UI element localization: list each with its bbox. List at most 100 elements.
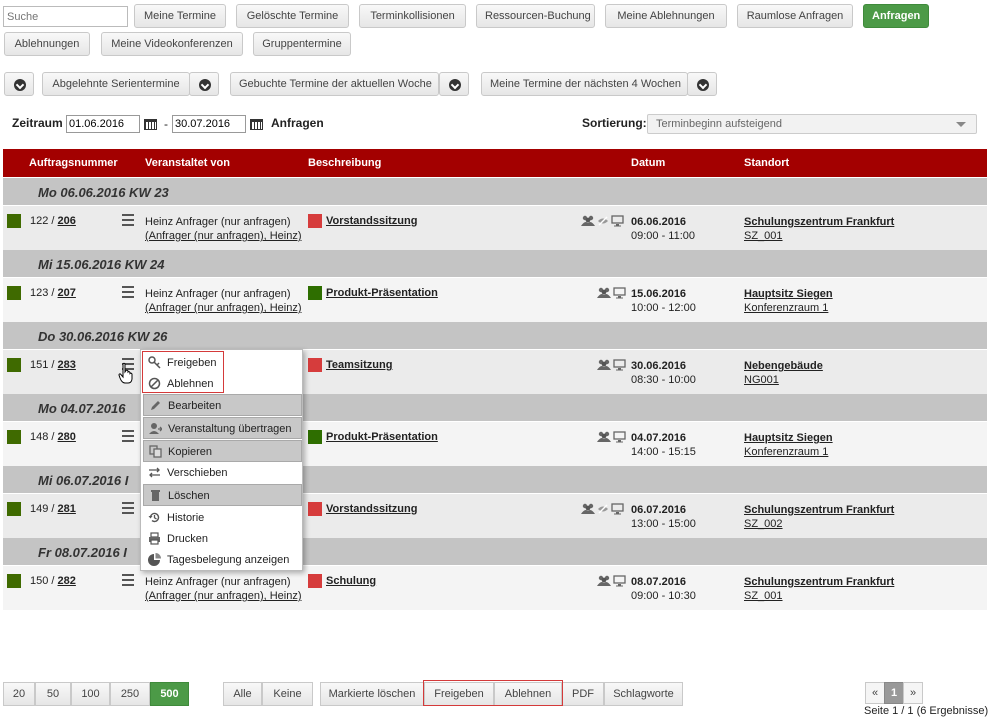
order-link[interactable]: 281 [58, 503, 76, 515]
search-input[interactable] [3, 6, 128, 27]
room-link[interactable]: Konferenzraum 1 [744, 301, 833, 315]
order-link[interactable]: 206 [58, 215, 76, 227]
status-square[interactable] [7, 574, 21, 588]
select-all-button[interactable]: Alle [223, 682, 262, 706]
description-link[interactable]: Vorstandssitzung [326, 503, 417, 515]
tab-meine-videokonferenzen[interactable]: Meine Videokonferenzen [101, 32, 243, 56]
table-row[interactable]: 122 / 206 Heinz Anfrager (nur anfragen) (A… [3, 206, 987, 250]
room-link[interactable]: SZ_001 [744, 229, 894, 243]
menu-item-tagesbelegung[interactable]: Tagesbelegung anzeigen [143, 549, 302, 571]
order-link[interactable]: 207 [58, 287, 76, 299]
approve-button[interactable]: Freigeben [424, 682, 494, 706]
menu-item-kopieren[interactable]: Kopieren [143, 440, 302, 462]
description-link[interactable]: Schulung [326, 575, 376, 587]
table-row[interactable]: 123 / 207 Heinz Anfrager (nur anfragen) (A… [3, 278, 987, 322]
quick-filter-naechste-4-wochen[interactable]: Meine Termine der nächsten 4 Wochen [481, 72, 688, 96]
menu-item-uebertragen[interactable]: Veranstaltung übertragen [143, 417, 302, 439]
pdf-button[interactable]: PDF [562, 682, 604, 706]
page-number-button[interactable]: 1 [884, 682, 904, 704]
menu-item-historie[interactable]: Historie [143, 507, 302, 529]
page-size-20[interactable]: 20 [3, 682, 35, 706]
order-link[interactable]: 280 [58, 431, 76, 443]
date-group-header: Mi 15.06.2016 KW 24 [3, 250, 987, 278]
tab-ressourcen-buchung[interactable]: Ressourcen-Buchung [476, 4, 595, 28]
location-link[interactable]: Schulungszentrum Frankfurt [744, 503, 894, 517]
delete-marked-button[interactable]: Markierte löschen [320, 682, 424, 706]
date-to-input[interactable] [172, 115, 246, 133]
calendar-icon[interactable] [250, 117, 263, 130]
menu-item-ablehnen[interactable]: Ablehnen [143, 373, 302, 395]
order-link[interactable]: 283 [58, 359, 76, 371]
quick-filter-serientermine[interactable]: Abgelehnte Serientermine [42, 72, 190, 96]
room-link[interactable]: NG001 [744, 373, 823, 387]
column-header[interactable]: Auftragsnummer [29, 157, 118, 169]
status-square[interactable] [7, 214, 21, 228]
submit-link[interactable]: Anfragen [271, 116, 324, 130]
page-size-250[interactable]: 250 [110, 682, 150, 706]
organizer-name: Heinz Anfrager (nur anfragen) [145, 576, 291, 588]
organizer-link[interactable]: (Anfrager (nur anfragen), Heinz) [145, 301, 302, 315]
page-size-500[interactable]: 500 [150, 682, 189, 706]
column-header[interactable]: Datum [631, 157, 665, 169]
status-square[interactable] [7, 502, 21, 516]
room-link[interactable]: Konferenzraum 1 [744, 445, 833, 459]
column-header[interactable]: Veranstaltet von [145, 157, 230, 169]
menu-icon[interactable] [122, 574, 134, 586]
tab-ablehnungen[interactable]: Ablehnungen [4, 32, 90, 56]
chevron-down-icon[interactable] [4, 72, 34, 96]
menu-icon[interactable] [122, 286, 134, 298]
location-link[interactable]: Nebengebäude [744, 359, 823, 373]
status-square[interactable] [7, 358, 21, 372]
tags-button[interactable]: Schlagworte [604, 682, 683, 706]
chevron-down-icon[interactable] [439, 72, 469, 96]
location-link[interactable]: Schulungszentrum Frankfurt [744, 575, 894, 589]
reject-button[interactable]: Ablehnen [494, 682, 562, 706]
location-link[interactable]: Hauptsitz Siegen [744, 287, 833, 301]
room-link[interactable]: SZ_002 [744, 517, 894, 531]
block-icon [148, 377, 161, 390]
page-size-100[interactable]: 100 [71, 682, 110, 706]
description-link[interactable]: Vorstandssitzung [326, 215, 417, 227]
order-link[interactable]: 282 [58, 575, 76, 587]
tab-meine-ablehnungen[interactable]: Meine Ablehnungen [605, 4, 727, 28]
description-link[interactable]: Teamsitzung [326, 359, 392, 371]
column-header[interactable]: Standort [744, 157, 789, 169]
description-link[interactable]: Produkt-Präsentation [326, 431, 438, 443]
status-square[interactable] [7, 286, 21, 300]
date-from-input[interactable] [66, 115, 140, 133]
chevron-down-icon[interactable] [189, 72, 219, 96]
location-link[interactable]: Hauptsitz Siegen [744, 431, 833, 445]
chevron-down-icon[interactable] [687, 72, 717, 96]
organizer-link[interactable]: (Anfrager (nur anfragen), Heinz) [145, 229, 302, 243]
menu-item-freigeben[interactable]: Freigeben [143, 352, 302, 374]
menu-icon[interactable] [122, 502, 134, 514]
column-header[interactable]: Beschreibung [308, 157, 381, 169]
group-icon [597, 287, 611, 302]
tab-gruppentermine[interactable]: Gruppentermine [253, 32, 351, 56]
menu-icon[interactable] [122, 214, 134, 226]
tab-anfragen[interactable]: Anfragen [863, 4, 929, 28]
menu-icon[interactable] [122, 430, 134, 442]
calendar-icon[interactable] [144, 117, 157, 130]
prev-page-button[interactable]: « [865, 682, 885, 704]
menu-item-loeschen[interactable]: Löschen [143, 484, 302, 506]
menu-item-verschieben[interactable]: Verschieben [143, 462, 302, 484]
description-link[interactable]: Produkt-Präsentation [326, 287, 438, 299]
sort-select[interactable]: Terminbeginn aufsteigend [647, 114, 977, 134]
tab-terminkollisionen[interactable]: Terminkollisionen [359, 4, 466, 28]
room-link[interactable]: SZ_001 [744, 589, 894, 603]
menu-item-bearbeiten[interactable]: Bearbeiten [143, 394, 302, 416]
tab-geloeschte-termine[interactable]: Gelöschte Termine [236, 4, 349, 28]
quick-filter-aktuelle-woche[interactable]: Gebuchte Termine der aktuellen Woche [230, 72, 439, 96]
tab-raumlose-anfragen[interactable]: Raumlose Anfragen [737, 4, 853, 28]
next-page-button[interactable]: » [903, 682, 923, 704]
table-row[interactable]: 150 / 282 Heinz Anfrager (nur anfragen) (A… [3, 566, 987, 610]
order-number: 151 / 283 [30, 359, 76, 371]
menu-item-drucken[interactable]: Drucken [143, 528, 302, 550]
location-link[interactable]: Schulungszentrum Frankfurt [744, 215, 894, 229]
organizer-link[interactable]: (Anfrager (nur anfragen), Heinz) [145, 589, 302, 603]
tab-meine-termine[interactable]: Meine Termine [134, 4, 226, 28]
page-size-50[interactable]: 50 [35, 682, 71, 706]
select-none-button[interactable]: Keine [262, 682, 313, 706]
status-square[interactable] [7, 430, 21, 444]
